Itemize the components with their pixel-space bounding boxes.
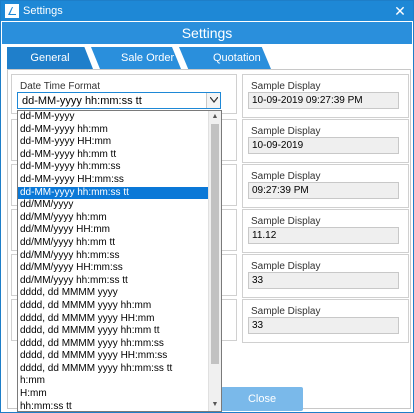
dropdown-option[interactable]: dd/MM/yyyy HH:mm — [18, 224, 209, 237]
sample-display-title: Sample Display — [251, 171, 321, 182]
sample-display-title: Sample Display — [251, 261, 321, 272]
dropdown-option[interactable]: dd/MM/yyyy HH:mm:ss — [18, 262, 209, 275]
dropdown-options: dd-MM-yyyy dd-MM-yyyy hh:mm dd-MM-yyyy HH:… — [18, 111, 209, 411]
date-format-dropdown[interactable]: dd-MM-yyyy hh:mm:ss tt — [17, 92, 221, 109]
sample-display-value: 10-09-2019 09:27:39 PM — [248, 92, 399, 109]
dropdown-option[interactable]: h:mm — [18, 375, 209, 388]
dropdown-scrollbar[interactable]: ▲ ▼ — [208, 111, 221, 411]
scroll-down-icon[interactable]: ▼ — [209, 399, 221, 411]
dropdown-option[interactable]: dddd, dd MMMM yyyy hh:mm — [18, 300, 209, 313]
dropdown-option[interactable]: dddd, dd MMMM yyyy hh:mm:ss — [18, 338, 209, 351]
dropdown-option[interactable]: dddd, dd MMMM yyyy hh:mm:ss tt — [18, 363, 209, 376]
close-icon: ✕ — [394, 3, 406, 19]
dropdown-option[interactable]: dd-MM-yyyy hh:mm:ss — [18, 161, 209, 174]
sample-display-value: 09:27:39 PM — [248, 182, 399, 199]
dropdown-option[interactable]: dd/MM/yyyy hh:mm — [18, 212, 209, 225]
dropdown-option[interactable]: dddd, dd MMMM yyyy — [18, 287, 209, 300]
scroll-up-icon[interactable]: ▲ — [209, 111, 221, 123]
date-format-dropdown-list: dd-MM-yyyy dd-MM-yyyy hh:mm dd-MM-yyyy HH:… — [17, 110, 222, 412]
sample-display-title: Sample Display — [251, 81, 321, 92]
dropdown-option[interactable]: H:mm — [18, 388, 209, 401]
dropdown-option[interactable]: dd-MM-yyyy hh:mm tt — [18, 149, 209, 162]
dropdown-option[interactable]: dddd, dd MMMM yyyy hh:mm tt — [18, 325, 209, 338]
sample-display-value: 33 — [248, 272, 399, 289]
date-format-selected-value: dd-MM-yyyy hh:mm:ss tt — [22, 95, 142, 107]
dropdown-option[interactable]: dd-MM-yyyy HH:mm:ss — [18, 174, 209, 187]
sample-display-title: Sample Display — [251, 306, 321, 317]
chevron-down-icon[interactable] — [206, 93, 220, 108]
app-logo-icon — [5, 4, 19, 18]
dropdown-option[interactable]: dddd, dd MMMM yyyy HH:mm:ss — [18, 350, 209, 363]
window-title: Settings — [23, 5, 63, 17]
dropdown-option[interactable]: dd/MM/yyyy hh:mm:ss tt — [18, 275, 209, 288]
dropdown-option[interactable]: dd-MM-yyyy — [18, 111, 209, 124]
sample-display-title: Sample Display — [251, 216, 321, 227]
sample-display-value: 33 — [248, 317, 399, 334]
dropdown-option[interactable]: dd/MM/yyyy — [18, 199, 209, 212]
dropdown-option[interactable]: dddd, dd MMMM yyyy HH:mm — [18, 313, 209, 326]
dropdown-option[interactable]: dd-MM-yyyy HH:mm — [18, 136, 209, 149]
settings-window: Settings ✕ Settings General Sale Order Q… — [0, 0, 414, 413]
sample-display-title: Sample Display — [251, 126, 321, 137]
page-title: Settings — [2, 22, 412, 44]
close-button[interactable]: Close — [221, 387, 303, 411]
sample-display-value: 11.12 — [248, 227, 399, 244]
dropdown-option[interactable]: dd-MM-yyyy hh:mm:ss tt — [18, 186, 209, 200]
dropdown-option[interactable]: hh:mm:ss tt — [18, 401, 209, 411]
window-close-button[interactable]: ✕ — [387, 1, 413, 21]
tab-quotation[interactable]: Quotation — [179, 47, 271, 69]
sample-display-value: 10-09-2019 — [248, 137, 399, 154]
tab-sale-order[interactable]: Sale Order — [91, 47, 181, 69]
title-bar: Settings ✕ — [1, 1, 413, 21]
date-format-label: Date Time Format — [20, 81, 101, 92]
tab-general[interactable]: General — [7, 47, 93, 69]
dropdown-option[interactable]: dd-MM-yyyy hh:mm — [18, 124, 209, 137]
dropdown-option[interactable]: dd/MM/yyyy hh:mm:ss — [18, 250, 209, 263]
dropdown-option[interactable]: dd/MM/yyyy hh:mm tt — [18, 237, 209, 250]
scrollbar-thumb[interactable] — [211, 124, 219, 364]
